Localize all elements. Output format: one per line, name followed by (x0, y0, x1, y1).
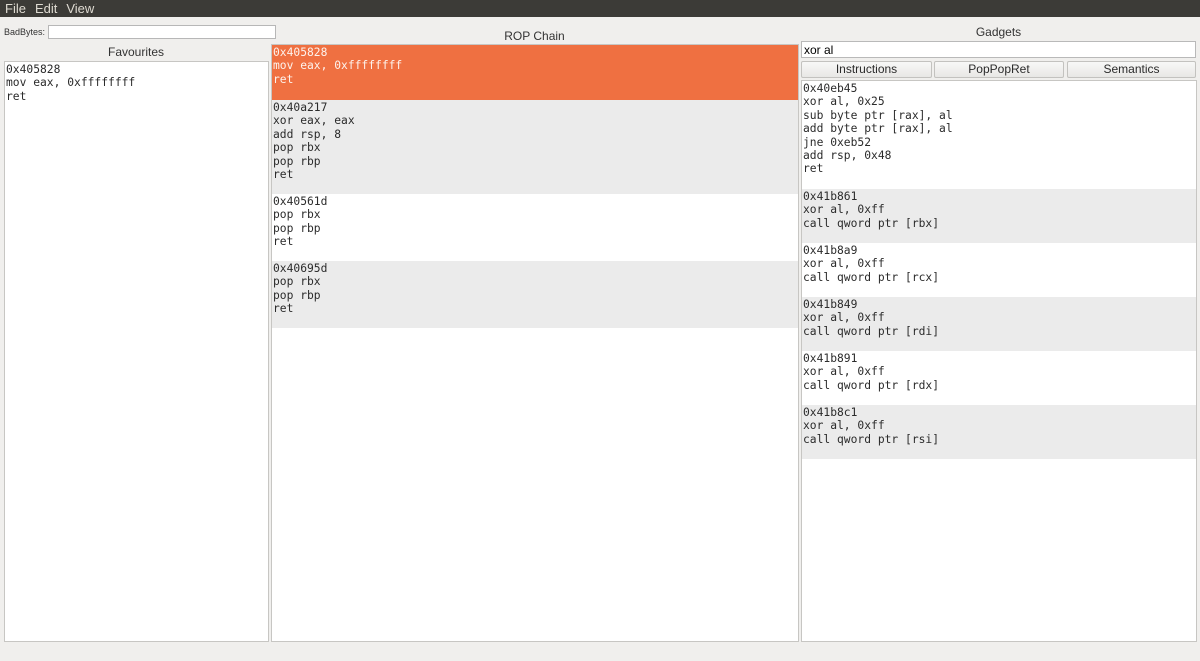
favourite-item[interactable]: 0x405828 mov eax, 0xffffffff ret (5, 62, 268, 104)
status-bar (0, 644, 1200, 661)
gadget-instruction: pop rbp (273, 154, 321, 168)
gadget-instruction: xor al, 0xff (803, 419, 885, 433)
gadget-instruction: xor eax, eax (273, 114, 355, 128)
gadget-address: 0x40a217 (273, 101, 328, 114)
gadget-instruction: call qword ptr [rsi] (803, 432, 940, 446)
gadget-address: 0x40561d (273, 195, 328, 208)
gadgets-list[interactable]: 0x40eb45 xor al, 0x25 sub byte ptr [rax], … (801, 80, 1197, 642)
instructions-button[interactable]: Instructions (801, 61, 932, 78)
gadget-address: 0x40eb45 (803, 82, 858, 95)
poppopret-button[interactable]: PopPopRet (934, 61, 1064, 78)
gadget-search-input[interactable] (801, 41, 1196, 58)
menu-file[interactable]: File (0, 0, 30, 17)
gadget-instruction: mov eax, 0xffffffff (6, 76, 136, 90)
semantics-button[interactable]: Semantics (1067, 61, 1196, 78)
gadget-address: 0x405828 (6, 63, 61, 76)
badbytes-row: BadBytes: (4, 24, 277, 40)
gadget-address: 0x405828 (273, 46, 328, 59)
gadget-instruction: call qword ptr [rbx] (803, 216, 940, 230)
gadget-instruction: call qword ptr [rcx] (803, 270, 940, 284)
gadget-instruction: pop rbx (273, 141, 321, 155)
gadget-instruction: ret (6, 89, 27, 103)
favourites-list[interactable]: 0x405828 mov eax, 0xffffffff ret (4, 61, 269, 642)
gadget-address: 0x40695d (273, 262, 328, 275)
gadget-item[interactable]: 0x41b891 xor al, 0xff call qword ptr [rdx] (802, 351, 1196, 405)
gadget-item[interactable]: 0x41b861 xor al, 0xff call qword ptr [rbx] (802, 189, 1196, 243)
gadget-item[interactable]: 0x40eb45 xor al, 0x25 sub byte ptr [rax], … (802, 81, 1196, 189)
gadget-instruction: xor al, 0x25 (803, 95, 885, 109)
gadget-item[interactable]: 0x41b8a9 xor al, 0xff call qword ptr [rcx] (802, 243, 1196, 297)
gadget-instruction: xor al, 0xff (803, 257, 885, 271)
gadget-instruction: ret (273, 235, 294, 249)
rop-chain-item[interactable]: 0x40695d pop rbx pop rbp ret (272, 261, 798, 328)
gadget-instruction: xor al, 0xff (803, 311, 885, 325)
gadgets-title: Gadgets (975, 25, 1022, 39)
menu-bar: File Edit View (0, 0, 1200, 17)
gadget-address: 0x41b8c1 (803, 406, 858, 419)
rop-chain-item[interactable]: 0x405828 mov eax, 0xffffffff ret (272, 45, 798, 100)
gadget-instruction: pop rbp (273, 288, 321, 302)
gadget-instruction: pop rbx (273, 208, 321, 222)
gadget-instruction: ret (273, 72, 294, 86)
gadget-item[interactable]: 0x41b849 xor al, 0xff call qword ptr [rdi] (802, 297, 1196, 351)
badbytes-label: BadBytes: (4, 27, 46, 37)
rop-chain-item[interactable]: 0x40561d pop rbx pop rbp ret (272, 194, 798, 261)
rop-chain-list[interactable]: 0x405828 mov eax, 0xffffffff ret 0x40a217 xo… (271, 44, 799, 642)
gadget-instruction: ret (803, 162, 824, 176)
gadget-instruction: call qword ptr [rdi] (803, 324, 940, 338)
gadget-instruction: xor al, 0xff (803, 203, 885, 217)
gadget-instruction: add rsp, 8 (273, 127, 342, 141)
gadget-address: 0x41b861 (803, 190, 858, 203)
gadget-instruction: call qword ptr [rdx] (803, 378, 940, 392)
gadget-address: 0x41b849 (803, 298, 858, 311)
gadget-instruction: ret (273, 302, 294, 316)
rop-chain-title: ROP Chain (504, 29, 565, 43)
gadget-instruction: add byte ptr [rax], al (803, 122, 953, 136)
gadget-instruction: jne 0xeb52 (803, 135, 872, 149)
gadget-address: 0x41b8a9 (803, 244, 858, 257)
gadget-address: 0x41b891 (803, 352, 858, 365)
favourites-title: Favourites (107, 45, 165, 59)
gadget-instruction: ret (273, 168, 294, 182)
gadget-instruction: pop rbx (273, 275, 321, 289)
gadget-instruction: xor al, 0xff (803, 365, 885, 379)
gadget-instruction: pop rbp (273, 221, 321, 235)
gadget-instruction: add rsp, 0x48 (803, 149, 892, 163)
gadget-instruction: mov eax, 0xffffffff (273, 59, 403, 73)
badbytes-input[interactable] (48, 25, 277, 39)
rop-chain-item[interactable]: 0x40a217 xor eax, eax add rsp, 8 pop rbx pop… (272, 100, 798, 194)
menu-view[interactable]: View (61, 0, 98, 17)
menu-edit[interactable]: Edit (30, 0, 61, 17)
gadget-instruction: sub byte ptr [rax], al (803, 108, 953, 122)
gadget-item[interactable]: 0x41b8c1 xor al, 0xff call qword ptr [rsi] (802, 405, 1196, 459)
